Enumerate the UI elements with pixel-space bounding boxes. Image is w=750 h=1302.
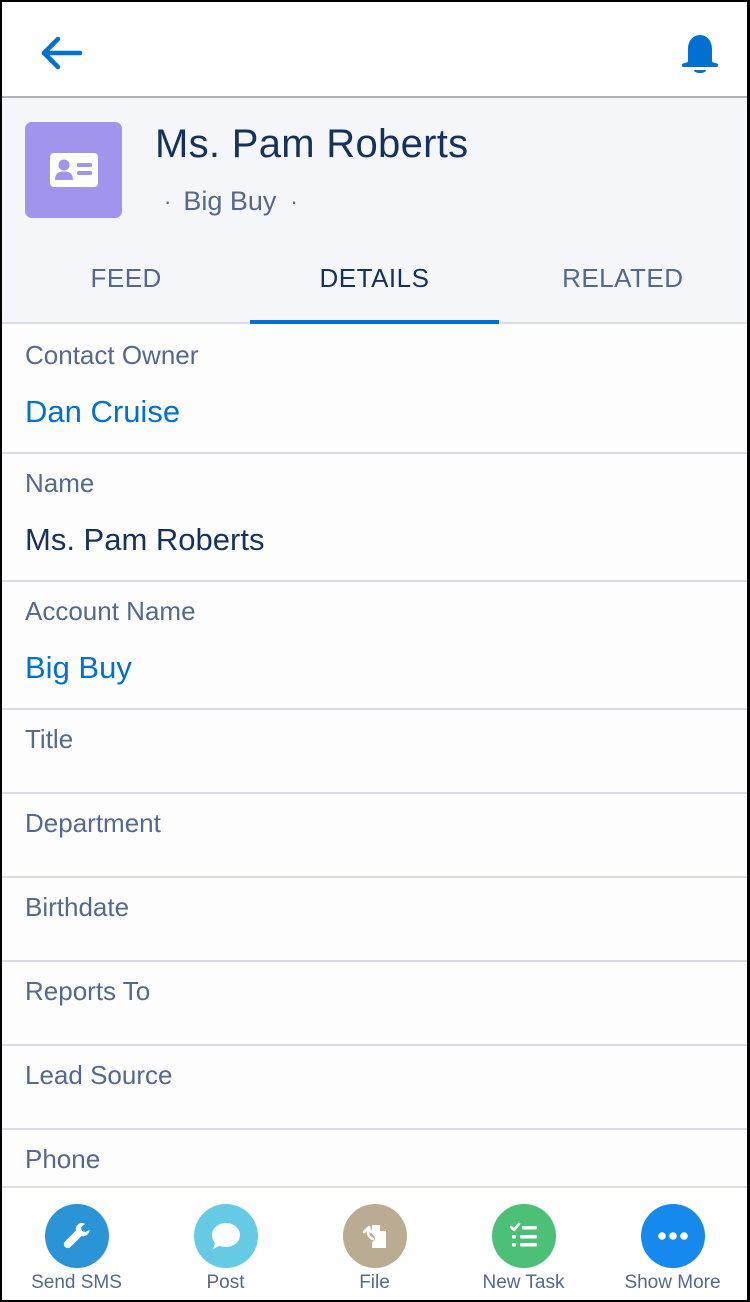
post-label: Post [206,1272,245,1293]
field-name: Name Ms. Pam Roberts [2,454,747,582]
field-label: Department [25,808,161,838]
field-contact-owner: Contact Owner Dan Cruise [2,326,747,454]
more-dots-icon [657,1232,688,1240]
top-nav-bar [2,2,747,98]
send-sms-label: Send SMS [31,1272,122,1293]
field-label: Birthdate [25,892,130,922]
field-label: Title [25,724,74,754]
file-button[interactable]: File [300,1188,449,1300]
field-birthdate: Birthdate [2,878,747,962]
field-label: Account Name [25,596,196,626]
show-more-circle [640,1204,705,1268]
file-label: File [359,1272,390,1293]
app-frame: Ms. Pam Roberts · Big Buy · FEED DETAILS… [0,0,750,1302]
field-lead-source: Lead Source [2,1046,747,1130]
new-task-circle [491,1204,556,1268]
notifications-button[interactable] [674,30,726,78]
contact-owner-link[interactable]: Dan Cruise [25,394,180,430]
record-account[interactable]: Big Buy [183,186,276,217]
task-list-icon [509,1222,537,1247]
arrow-left-icon [41,36,83,70]
tab-details[interactable]: DETAILS [250,240,499,324]
record-subtitle: · Big Buy · [164,186,298,217]
subtitle-separator: · [290,188,298,214]
tab-feed[interactable]: FEED [2,240,250,322]
field-title: Title [2,710,747,794]
field-label: Phone [25,1144,101,1174]
show-more-button[interactable]: Show More [598,1188,747,1300]
field-label: Reports To [25,976,151,1006]
contact-card-icon [49,153,98,187]
field-department: Department [2,794,747,878]
field-label: Name [25,468,95,498]
field-label: Lead Source [25,1060,173,1090]
send-sms-circle [44,1204,109,1268]
field-value: Ms. Pam Roberts [25,522,265,557]
post-button[interactable]: Post [151,1188,300,1300]
back-button[interactable] [36,32,88,74]
details-list: Contact Owner Dan Cruise Name Ms. Pam Ro… [2,326,747,1214]
file-circle [342,1204,407,1268]
field-reports-to: Reports To [2,962,747,1046]
file-upload-icon [362,1225,386,1248]
new-task-button[interactable]: New Task [449,1188,598,1300]
post-circle [193,1204,258,1268]
account-name-link[interactable]: Big Buy [25,650,132,686]
tab-related[interactable]: RELATED [499,240,747,322]
record-header: Ms. Pam Roberts · Big Buy · FEED DETAILS… [2,98,747,324]
field-label: Contact Owner [25,340,199,370]
record-title: Ms. Pam Roberts [155,122,469,166]
subtitle-separator: · [164,188,172,214]
wrench-icon [63,1223,89,1249]
show-more-label: Show More [624,1272,721,1293]
bell-icon [681,35,719,73]
record-type-badge [25,122,122,218]
send-sms-button[interactable]: Send SMS [2,1188,151,1300]
action-bar: Send SMS Post File New Task Show More [2,1186,747,1300]
new-task-label: New Task [482,1272,565,1293]
chat-bubble-icon [211,1223,240,1249]
record-tabs: FEED DETAILS RELATED [2,240,747,324]
field-account-name: Account Name Big Buy [2,582,747,710]
